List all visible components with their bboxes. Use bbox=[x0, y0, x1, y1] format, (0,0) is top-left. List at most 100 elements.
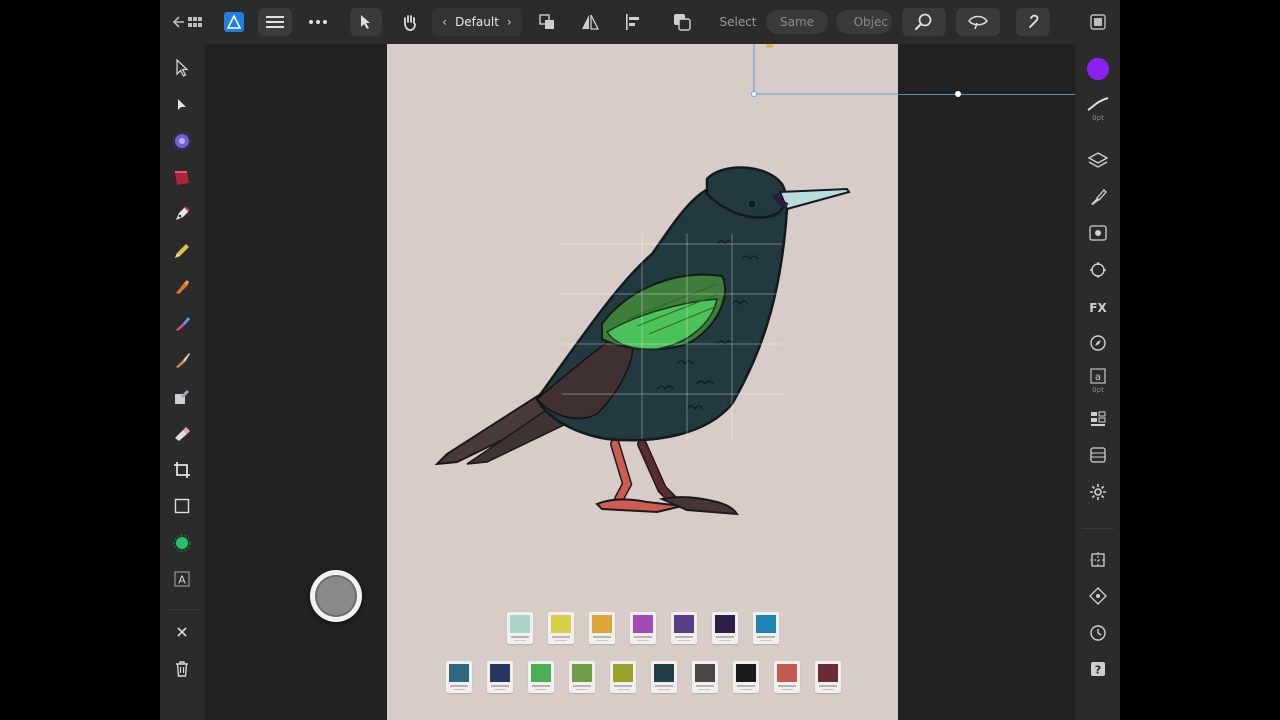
select-same-button[interactable]: Same bbox=[766, 10, 828, 34]
command-controller-button[interactable] bbox=[310, 570, 362, 622]
swatch-bottom-3[interactable] bbox=[528, 661, 554, 693]
swatches-row-top bbox=[507, 612, 779, 644]
swatch-top-5[interactable] bbox=[671, 612, 697, 644]
swatch-bottom-5[interactable] bbox=[610, 661, 636, 693]
appearance-icon bbox=[1089, 225, 1107, 241]
move-tool[interactable] bbox=[170, 56, 194, 80]
color-panel-button[interactable] bbox=[1086, 57, 1110, 81]
swatches-icon bbox=[1091, 411, 1106, 426]
stroke-panel-button[interactable]: 0pt bbox=[1086, 92, 1110, 126]
move-tool-mode-button[interactable] bbox=[350, 8, 382, 36]
navigator-panel-button[interactable] bbox=[1086, 331, 1110, 355]
history-button[interactable] bbox=[1086, 621, 1110, 645]
vector-brush-tool[interactable] bbox=[170, 275, 194, 299]
flip-button[interactable] bbox=[575, 8, 605, 36]
appearance-panel-button[interactable] bbox=[1086, 221, 1110, 245]
view-mode-button[interactable] bbox=[956, 8, 1000, 36]
swatches-row-bottom bbox=[446, 661, 841, 693]
chevron-right-icon[interactable]: › bbox=[507, 15, 512, 29]
gradient-tool[interactable] bbox=[170, 129, 194, 153]
brushes-panel-button[interactable] bbox=[1086, 185, 1110, 209]
text-styles-panel-button[interactable]: a 0pt bbox=[1086, 366, 1110, 396]
preset-selector[interactable]: ‹ Default › bbox=[432, 8, 522, 36]
svg-text:a: a bbox=[1095, 372, 1101, 383]
effects-panel-button[interactable]: FX bbox=[1086, 295, 1110, 319]
settings-panel-button[interactable] bbox=[1086, 480, 1110, 504]
select-label: Select bbox=[719, 15, 757, 29]
export-icon bbox=[1090, 14, 1106, 30]
zoom-button[interactable] bbox=[902, 8, 946, 36]
swatch-bottom-6[interactable] bbox=[651, 661, 677, 693]
text-tool[interactable]: A bbox=[170, 567, 194, 591]
swatch-bottom-8[interactable] bbox=[733, 661, 759, 693]
swatch-top-2[interactable] bbox=[548, 612, 574, 644]
shape-builder-tool[interactable] bbox=[170, 385, 194, 409]
stock-icon bbox=[1090, 447, 1106, 463]
vector-brush-icon bbox=[176, 280, 189, 294]
swatch-bottom-4[interactable] bbox=[569, 661, 595, 693]
layers-panel-button[interactable] bbox=[1086, 148, 1110, 172]
node-tool[interactable] bbox=[170, 93, 194, 117]
brush-tool[interactable] bbox=[170, 348, 194, 372]
back-to-documents-button[interactable] bbox=[168, 8, 208, 36]
menu-button[interactable] bbox=[258, 8, 292, 36]
artboard[interactable] bbox=[387, 44, 898, 720]
delete-button[interactable] bbox=[170, 657, 194, 681]
rectangle-tool[interactable] bbox=[170, 494, 194, 518]
more-options-button[interactable] bbox=[303, 8, 333, 36]
app-logo-icon bbox=[224, 12, 244, 32]
color-picker-tool[interactable] bbox=[170, 531, 194, 555]
export-button[interactable] bbox=[1084, 8, 1112, 36]
boolean-ops-button[interactable] bbox=[666, 8, 698, 36]
swatch-bottom-10[interactable] bbox=[815, 661, 841, 693]
move-arrow-icon bbox=[176, 59, 189, 77]
pen-tool[interactable] bbox=[170, 202, 194, 226]
swatches-panel-button[interactable] bbox=[1086, 407, 1110, 431]
text-icon: A bbox=[174, 571, 190, 587]
crop-tool[interactable] bbox=[170, 458, 194, 482]
designer-app-window: ‹ Default › Select Same Objec A 0pt FX a… bbox=[160, 0, 1120, 720]
stock-panel-button[interactable] bbox=[1086, 443, 1110, 467]
select-object-button[interactable]: Objec bbox=[836, 10, 892, 34]
swatch-bottom-7[interactable] bbox=[692, 661, 718, 693]
panel-divider bbox=[1082, 528, 1114, 529]
swatch-top-1[interactable] bbox=[507, 612, 533, 644]
selection-handle[interactable] bbox=[955, 91, 961, 97]
pointer-icon bbox=[361, 15, 370, 29]
constraints-icon bbox=[1089, 587, 1107, 605]
chevron-left-icon[interactable]: ‹ bbox=[442, 15, 447, 29]
eye-pen-icon bbox=[968, 15, 988, 30]
persona-button[interactable] bbox=[222, 8, 246, 36]
grid-back-icon bbox=[172, 16, 202, 28]
ellipsis-icon bbox=[309, 20, 327, 24]
align-button[interactable] bbox=[618, 8, 648, 36]
paint-brush-tool[interactable] bbox=[170, 312, 194, 336]
context-tool-button[interactable] bbox=[394, 8, 426, 36]
brush-icon bbox=[176, 353, 190, 368]
studio-panel: 0pt FX a 0pt ? bbox=[1075, 44, 1120, 720]
arrange-button[interactable] bbox=[532, 8, 562, 36]
swatch-top-3[interactable] bbox=[589, 612, 615, 644]
constraints-button[interactable] bbox=[1086, 584, 1110, 608]
transform-panel-button[interactable] bbox=[1086, 258, 1110, 282]
tools-panel: A bbox=[160, 44, 205, 720]
fx-icon: FX bbox=[1089, 301, 1107, 315]
swatch-top-7[interactable] bbox=[753, 612, 779, 644]
swatch-top-4[interactable] bbox=[630, 612, 656, 644]
swatch-bottom-9[interactable] bbox=[774, 661, 800, 693]
close-tool-button[interactable] bbox=[170, 620, 194, 644]
selection-bound-line bbox=[898, 94, 1075, 95]
stroke-panel-icon bbox=[1087, 96, 1109, 111]
pencil-tool[interactable] bbox=[170, 239, 194, 263]
swatch-bottom-2[interactable] bbox=[487, 661, 513, 693]
swatch-bottom-1[interactable] bbox=[446, 661, 472, 693]
swatch-top-6[interactable] bbox=[712, 612, 738, 644]
brushes-icon bbox=[1091, 189, 1107, 205]
color-picker-icon bbox=[173, 534, 191, 552]
help-button[interactable]: ? bbox=[1086, 657, 1110, 681]
erase-tool[interactable] bbox=[170, 421, 194, 445]
undo-button[interactable] bbox=[1016, 8, 1050, 36]
align-left-icon bbox=[626, 14, 639, 30]
snapping-button[interactable] bbox=[1086, 548, 1110, 572]
fill-tool[interactable] bbox=[170, 166, 194, 190]
